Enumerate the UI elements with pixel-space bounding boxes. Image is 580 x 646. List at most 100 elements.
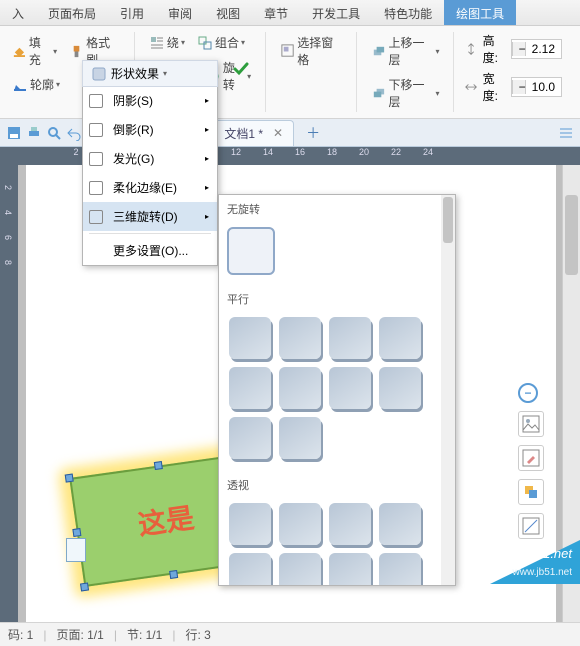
rotation-preset[interactable] <box>329 553 371 586</box>
tab-view[interactable]: 视图 <box>204 0 252 25</box>
float-tool-edit[interactable] <box>518 445 544 471</box>
floating-toolbar: − <box>518 383 544 539</box>
move-up-label: 上移一层 <box>388 34 433 68</box>
float-tool-image[interactable] <box>518 411 544 437</box>
move-up-button[interactable]: 上移一层▾ <box>367 32 443 70</box>
add-tab-button[interactable]: ＋ <box>300 123 326 143</box>
resize-handle[interactable] <box>80 582 89 591</box>
width-spinner[interactable]: −10.0 <box>511 77 562 97</box>
tab-chapter[interactable]: 章节 <box>252 0 300 25</box>
perspective-thumbnails <box>219 499 455 586</box>
undo-icon[interactable] <box>66 125 82 141</box>
tab-review[interactable]: 审阅 <box>156 0 204 25</box>
close-icon[interactable]: ✕ <box>273 126 283 140</box>
image-icon <box>522 415 540 433</box>
rotation-3d-gallery: 无旋转 平行 透视 <box>218 194 456 586</box>
rotation-preset[interactable] <box>229 553 271 586</box>
collapse-button[interactable]: − <box>518 383 538 403</box>
rotation-none-option[interactable] <box>227 227 275 275</box>
move-down-button[interactable]: 下移一层▾ <box>367 74 443 112</box>
rotation-preset[interactable] <box>229 367 271 409</box>
wrap-button[interactable]: 绕▾ <box>145 32 189 53</box>
glow-icon <box>89 152 103 166</box>
float-tool-line[interactable] <box>518 513 544 539</box>
select-pane-button[interactable]: 选择窗格 <box>276 32 346 70</box>
chevron-down-icon: ▾ <box>56 80 60 89</box>
save-icon[interactable] <box>6 125 22 141</box>
rotation-preset[interactable] <box>229 503 271 545</box>
height-icon <box>464 41 478 57</box>
rotation-preset[interactable] <box>229 317 271 359</box>
minus-icon[interactable]: − <box>512 80 526 94</box>
rotation-preset[interactable] <box>329 317 371 359</box>
menu-item-label: 更多设置(O)... <box>113 242 188 259</box>
move-down-label: 下移一层 <box>388 76 433 110</box>
resize-handle[interactable] <box>65 474 74 483</box>
shape-effect-menu: 形状效果 ▾ 阴影(S)▸ 倒影(R)▸ 发光(G)▸ 柔化边缘(E)▸ 三维旋… <box>82 60 218 266</box>
rotation-preset[interactable] <box>379 317 421 359</box>
fill-button[interactable]: 填充▾ <box>8 32 61 70</box>
line-icon <box>522 517 540 535</box>
tab-reference[interactable]: 引用 <box>108 0 156 25</box>
menu-item-label: 三维旋转(D) <box>113 208 178 225</box>
chevron-right-icon: ▸ <box>205 183 209 192</box>
gallery-heading-perspective: 透视 <box>219 471 455 499</box>
menu-item-shadow[interactable]: 阴影(S)▸ <box>83 86 217 115</box>
status-page[interactable]: 页面: 1/1 <box>56 626 103 643</box>
shadow-icon <box>89 94 103 108</box>
tab-dev[interactable]: 开发工具 <box>300 0 372 25</box>
ribbon-tabs: 入 页面布局 引用 审阅 视图 章节 开发工具 特色功能 绘图工具 <box>0 0 580 26</box>
rotation-preset[interactable] <box>229 417 271 459</box>
rotation-preset[interactable] <box>329 367 371 409</box>
menu-item-reflection[interactable]: 倒影(R)▸ <box>83 115 217 144</box>
rotation-preset[interactable] <box>379 503 421 545</box>
status-bar: 码: 1 | 页面: 1/1 | 节: 1/1 | 行: 3 <box>0 622 580 646</box>
tab-layout[interactable]: 页面布局 <box>36 0 108 25</box>
tab-draw-tools[interactable]: 绘图工具 <box>444 0 516 25</box>
status-page-number[interactable]: 码: 1 <box>8 626 33 643</box>
gallery-scrollbar[interactable] <box>441 195 455 585</box>
menu-item-3d-rotation[interactable]: 三维旋转(D)▸ <box>83 202 217 231</box>
menu-item-more-settings[interactable]: 更多设置(O)... <box>83 236 217 265</box>
ruler-tick: 24 <box>412 147 444 157</box>
ruler-tick: 4 <box>3 210 13 215</box>
group-icon <box>197 35 213 51</box>
rotation-preset[interactable] <box>279 417 321 459</box>
rotation-preset[interactable] <box>329 503 371 545</box>
rotation-preset[interactable] <box>379 367 421 409</box>
ruler-tick: 14 <box>252 147 284 157</box>
tab-insert[interactable]: 入 <box>0 0 36 25</box>
width-label: 宽度: <box>483 70 507 104</box>
move-up-icon <box>371 43 386 59</box>
height-spinner[interactable]: −2.12 <box>511 39 562 59</box>
minus-icon[interactable]: − <box>512 42 526 56</box>
menu-item-soft-edge[interactable]: 柔化边缘(E)▸ <box>83 173 217 202</box>
rotation-preset[interactable] <box>379 553 421 586</box>
resize-handle[interactable] <box>72 528 81 537</box>
resize-handle[interactable] <box>169 570 178 579</box>
tab-feature[interactable]: 特色功能 <box>372 0 444 25</box>
status-section[interactable]: 节: 1/1 <box>127 626 162 643</box>
resize-handle[interactable] <box>154 461 163 470</box>
status-row[interactable]: 行: 3 <box>185 626 210 643</box>
scrollbar-thumb[interactable] <box>565 195 578 275</box>
rotation-preset[interactable] <box>279 317 321 359</box>
rotation-preset[interactable] <box>279 553 321 586</box>
vertical-ruler: 2 4 6 8 <box>0 165 18 622</box>
ruler-tick: 20 <box>348 147 380 157</box>
preview-icon[interactable] <box>46 125 62 141</box>
menu-item-glow[interactable]: 发光(G)▸ <box>83 144 217 173</box>
chevron-down-icon: ▾ <box>181 38 185 47</box>
scrollbar-thumb[interactable] <box>443 197 453 243</box>
group-button[interactable]: 组合▾ <box>193 32 249 53</box>
section-marker-icon[interactable] <box>66 538 86 562</box>
shape-effect-button[interactable]: 形状效果 ▾ <box>82 60 218 87</box>
rotation-preset[interactable] <box>279 503 321 545</box>
tab-list-icon[interactable] <box>558 125 574 141</box>
print-icon[interactable] <box>26 125 42 141</box>
rotation-preset[interactable] <box>279 367 321 409</box>
outline-button[interactable]: 轮廓▾ <box>8 74 64 95</box>
ruler-tick: 8 <box>3 260 13 265</box>
float-tool-rotate[interactable] <box>518 479 544 505</box>
vertical-scrollbar[interactable] <box>562 165 580 622</box>
